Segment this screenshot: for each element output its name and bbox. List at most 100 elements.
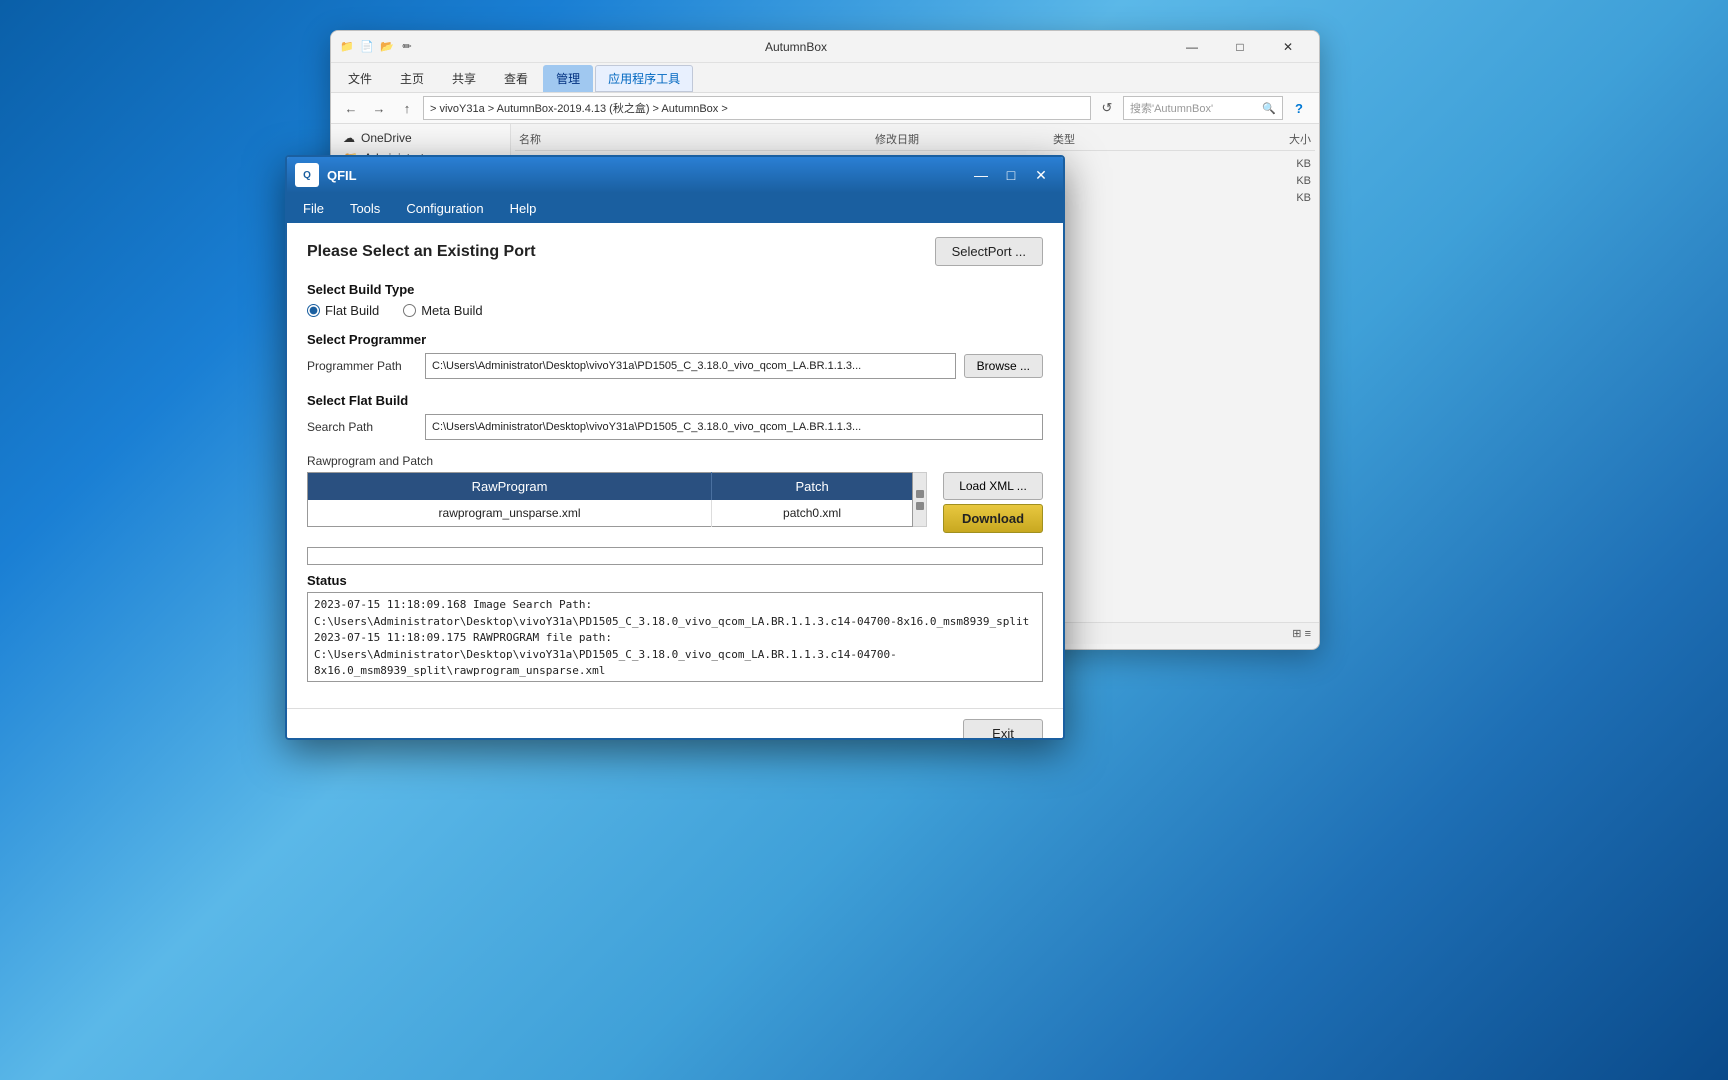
status-log-line-3: 2023-07-15 11:18:09.177 PATCH file path:… <box>314 680 1036 683</box>
fe-status-icons: ⊞ ≡ <box>1292 627 1311 640</box>
meta-build-radio[interactable] <box>403 304 416 317</box>
qfil-menubar: File Tools Configuration Help <box>287 193 1063 223</box>
fe-search-text: 搜索'AutumnBox' <box>1130 100 1213 116</box>
fe-window-controls[interactable]: — □ ✕ <box>1169 31 1311 63</box>
qfil-app-name-label: QFIL <box>327 168 357 183</box>
download-btn[interactable]: Download <box>943 504 1043 533</box>
qfil-menu-help[interactable]: Help <box>498 197 549 220</box>
browse-programmer-btn[interactable]: Browse ... <box>964 354 1043 378</box>
build-type-radios: Flat Build Meta Build <box>307 303 1043 318</box>
fe-col-headers: 名称 修改日期 类型 大小 <box>515 128 1315 151</box>
fe-icon-1: 📁 <box>339 39 355 55</box>
fe-tab-file[interactable]: 文件 <box>335 65 385 92</box>
fe-onedrive-icon: ☁ <box>343 131 355 145</box>
fe-tab-tools[interactable]: 应用程序工具 <box>595 65 693 92</box>
load-xml-btn[interactable]: Load XML ... <box>943 472 1043 500</box>
meta-build-label: Meta Build <box>421 303 482 318</box>
fe-col-name: 名称 <box>519 131 875 147</box>
table-scrollbar <box>913 472 927 527</box>
programmer-section: Select Programmer Programmer Path Browse… <box>307 332 1043 379</box>
desktop: 📁 📄 📂 ✏ AutumnBox — □ ✕ 文件 主页 共享 查看 管理 应… <box>0 0 1728 1080</box>
fe-search-bar[interactable]: 搜索'AutumnBox' 🔍 <box>1123 96 1283 120</box>
rawpatch-table-wrapper: RawProgram Patch rawprogram_unsparse.xml… <box>307 472 927 527</box>
fe-tabs: 文件 主页 共享 查看 管理 应用程序工具 <box>331 63 1319 92</box>
qfil-page-title: Please Select an Existing Port <box>307 243 536 261</box>
qfil-header-row: Please Select an Existing Port SelectPor… <box>307 237 1043 266</box>
programmer-path-input[interactable] <box>425 353 956 379</box>
fe-minimize-btn[interactable]: — <box>1169 31 1215 63</box>
rawpatch-action-btns: Load XML ... Download <box>943 472 1043 533</box>
rawpatch-label: Rawprogram and Patch <box>307 454 1043 468</box>
flat-build-field-row: Search Path <box>307 414 1043 440</box>
exit-btn[interactable]: Exit <box>963 719 1043 740</box>
fe-tab-share[interactable]: 共享 <box>439 65 489 92</box>
fe-col-size: 大小 <box>1231 131 1311 147</box>
select-port-btn[interactable]: SelectPort ... <box>935 237 1043 266</box>
fe-address-bar[interactable]: > vivoY31a > AutumnBox-2019.4.13 (秋之盒) >… <box>423 96 1091 120</box>
rawprogram-col-header: RawProgram <box>308 473 712 501</box>
status-title: Status <box>307 573 1043 588</box>
file-explorer-title: AutumnBox <box>423 40 1169 54</box>
qfil-close-btn[interactable]: ✕ <box>1027 163 1055 187</box>
qfil-dialog: Q QFIL — □ ✕ File Tools Configuration He… <box>285 155 1065 740</box>
fe-tab-manage[interactable]: 管理 <box>543 65 593 92</box>
fe-back-btn[interactable]: ← <box>339 96 363 120</box>
programmer-field-label: Programmer Path <box>307 359 417 373</box>
qfil-menu-tools[interactable]: Tools <box>338 197 392 220</box>
programmer-title: Select Programmer <box>307 332 1043 347</box>
patch-col-header: Patch <box>712 473 913 501</box>
status-log-line-2: 2023-07-15 11:18:09.175 RAWPROGRAM file … <box>314 630 1036 680</box>
rawprogram-cell: rawprogram_unsparse.xml <box>308 500 712 527</box>
qfil-maximize-btn[interactable]: □ <box>997 163 1025 187</box>
build-type-title: Select Build Type <box>307 282 1043 297</box>
fe-ribbon: 文件 主页 共享 查看 管理 应用程序工具 <box>331 63 1319 93</box>
fe-left-onedrive[interactable]: ☁ OneDrive <box>335 128 506 148</box>
flat-build-section-title: Select Flat Build <box>307 393 1043 408</box>
rawpatch-section: Rawprogram and Patch RawProgram Patch <box>307 454 1043 533</box>
file-explorer-titlebar: 📁 📄 📂 ✏ AutumnBox — □ ✕ <box>331 31 1319 63</box>
rawpatch-table: RawProgram Patch rawprogram_unsparse.xml… <box>307 472 913 527</box>
flat-build-field-label: Search Path <box>307 420 417 434</box>
flat-build-radio-label[interactable]: Flat Build <box>307 303 379 318</box>
flat-build-path-input[interactable] <box>425 414 1043 440</box>
status-log-line-1: 2023-07-15 11:18:09.168 Image Search Pat… <box>314 597 1036 630</box>
fe-col-type: 类型 <box>1053 131 1231 147</box>
qfil-minimize-btn[interactable]: — <box>967 163 995 187</box>
fe-icon-2: 📄 <box>359 39 375 55</box>
fe-help-btn[interactable]: ? <box>1287 96 1311 120</box>
fe-icon-4: ✏ <box>399 39 415 55</box>
qfil-menu-file[interactable]: File <box>291 197 336 220</box>
fe-search-icon[interactable]: 🔍 <box>1262 102 1276 115</box>
qfil-titlebar: Q QFIL — □ ✕ <box>287 157 1063 193</box>
qfil-logo: Q <box>295 163 319 187</box>
qfil-window-controls[interactable]: — □ ✕ <box>967 163 1055 187</box>
rawpatch-container: RawProgram Patch rawprogram_unsparse.xml… <box>307 472 1043 533</box>
meta-build-radio-label[interactable]: Meta Build <box>403 303 482 318</box>
fe-refresh-btn[interactable]: ↺ <box>1095 96 1119 120</box>
qfil-footer: Exit <box>287 708 1063 740</box>
build-type-section: Select Build Type Flat Build Meta Build <box>307 282 1043 318</box>
fe-toolbar: ← → ↑ > vivoY31a > AutumnBox-2019.4.13 (… <box>331 93 1319 124</box>
fe-maximize-btn[interactable]: □ <box>1217 31 1263 63</box>
fe-forward-btn[interactable]: → <box>367 96 391 120</box>
fe-close-btn[interactable]: ✕ <box>1265 31 1311 63</box>
qfil-content: Please Select an Existing Port SelectPor… <box>287 223 1063 708</box>
progress-bar-container <box>307 547 1043 565</box>
fe-tab-home[interactable]: 主页 <box>387 65 437 92</box>
fe-nav-icons: 📁 📄 📂 ✏ <box>339 39 415 55</box>
flat-build-radio[interactable] <box>307 304 320 317</box>
programmer-field-row: Programmer Path Browse ... <box>307 353 1043 379</box>
status-log: 2023-07-15 11:18:09.168 Image Search Pat… <box>307 592 1043 682</box>
qfil-menu-config[interactable]: Configuration <box>394 197 495 220</box>
flat-build-section: Select Flat Build Search Path <box>307 393 1043 440</box>
fe-tab-view[interactable]: 查看 <box>491 65 541 92</box>
scrollbar-thumb-bot <box>916 502 924 510</box>
fe-col-modified: 修改日期 <box>875 131 1053 147</box>
flat-build-label: Flat Build <box>325 303 379 318</box>
rawpatch-row-1: rawprogram_unsparse.xml patch0.xml <box>308 500 913 527</box>
scrollbar-thumb-top <box>916 490 924 498</box>
fe-icon-3: 📂 <box>379 39 395 55</box>
fe-up-btn[interactable]: ↑ <box>395 96 419 120</box>
status-section: Status 2023-07-15 11:18:09.168 Image Sea… <box>307 573 1043 682</box>
patch-cell: patch0.xml <box>712 500 913 527</box>
